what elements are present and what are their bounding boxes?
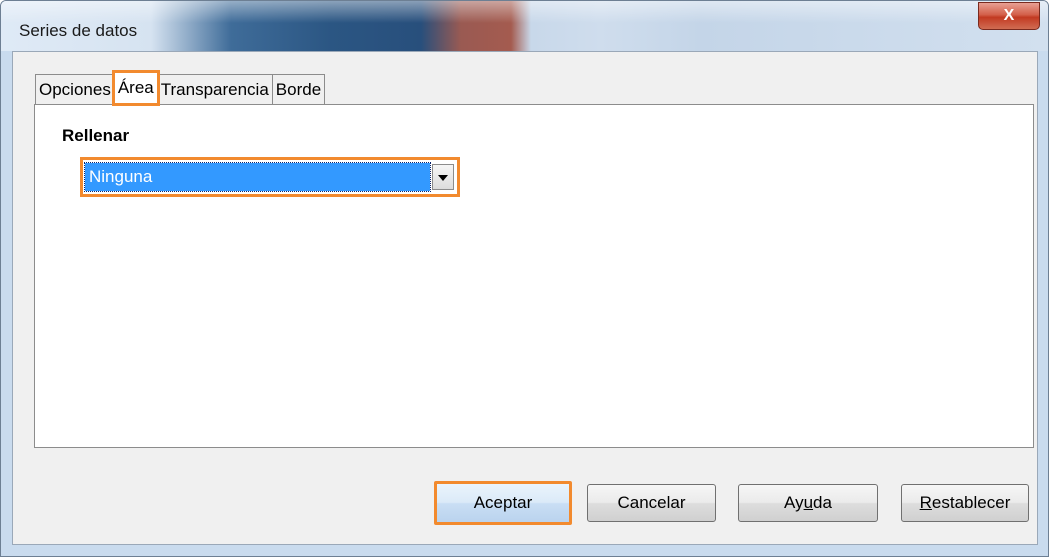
help-button[interactable]: Ayuda (738, 484, 878, 522)
chevron-down-icon[interactable] (432, 164, 454, 190)
close-button[interactable]: X (978, 2, 1040, 30)
fill-dropdown-value[interactable]: Ninguna (84, 162, 431, 192)
dialog-window: Series de datos X Opciones Área Transpar… (0, 0, 1049, 557)
dialog-body: Opciones Área Transparencia Borde Rellen… (12, 51, 1038, 545)
reset-label-post: establecer (931, 493, 1011, 512)
help-label-pre: Ay (784, 493, 804, 512)
tab-opciones[interactable]: Opciones (35, 74, 115, 104)
area-tab-panel: Rellenar Ninguna (34, 104, 1034, 448)
fill-section-label: Rellenar (62, 126, 130, 145)
tab-area[interactable]: Área (111, 70, 160, 106)
tab-bar: Opciones Área Transparencia Borde (35, 70, 326, 106)
fill-dropdown[interactable]: Ninguna (80, 157, 460, 197)
ok-button[interactable]: Aceptar (434, 481, 572, 525)
tab-borde[interactable]: Borde (271, 74, 326, 104)
close-icon: X (1003, 7, 1015, 24)
help-label-post: da (813, 493, 832, 512)
title-bar[interactable]: Series de datos X (1, 1, 1048, 51)
cancel-button[interactable]: Cancelar (587, 484, 716, 522)
help-mnemonic: u (803, 493, 814, 512)
reset-button[interactable]: Restablecer (901, 484, 1029, 522)
window-title: Series de datos (19, 21, 138, 40)
reset-mnemonic: R (919, 493, 932, 512)
tab-transparencia[interactable]: Transparencia (156, 74, 273, 104)
